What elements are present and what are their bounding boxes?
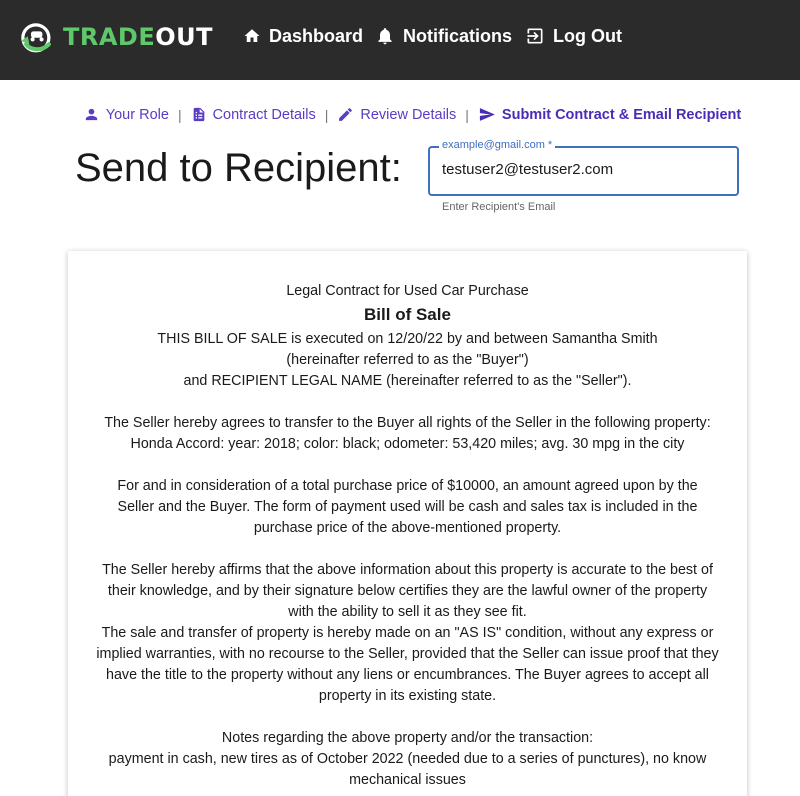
email-floating-label: example@gmail.com * xyxy=(439,139,556,151)
tradeout-logo[interactable]: TRADEOUT xyxy=(18,14,213,60)
contract-notes-line: payment in cash, new tires as of October… xyxy=(108,751,707,788)
top-navbar: TRADEOUT Dashboard Notifications Log Out xyxy=(0,0,800,80)
send-icon xyxy=(479,108,495,121)
nav-dashboard-label: Dashboard xyxy=(269,25,364,46)
car-logo-icon xyxy=(21,23,51,53)
contract-notes: Notes regarding the above property and/o… xyxy=(92,728,723,791)
step-contract-details-label: Contract Details xyxy=(212,106,316,123)
step-your-role-label: Your Role xyxy=(105,106,169,123)
contract-parties-line: and RECIPIENT LEGAL NAME (hereinafter re… xyxy=(183,373,632,389)
step-separator: | xyxy=(177,106,182,123)
nav-dashboard[interactable]: Dashboard xyxy=(243,22,363,50)
pencil-icon xyxy=(339,108,353,121)
document-icon xyxy=(193,107,204,122)
step-submit-contract[interactable]: Submit Contract & Email Recipient xyxy=(478,106,741,123)
logout-icon xyxy=(527,28,543,44)
bell-icon xyxy=(378,28,392,45)
recipient-email-input[interactable] xyxy=(442,161,727,178)
contract-stepper: Your Role | Contract Details | Review De… xyxy=(0,106,800,123)
step-separator: | xyxy=(324,106,329,123)
contract-property-line: Honda Accord: year: 2018; color: black; … xyxy=(130,436,685,452)
send-to-recipient-heading: Send to Recipient: xyxy=(75,146,402,190)
step-separator: | xyxy=(465,106,469,123)
nav-logout-label: Log Out xyxy=(553,25,622,46)
contract-heading: Legal Contract for Used Car Purchase xyxy=(286,283,529,299)
home-icon xyxy=(244,29,260,42)
contract-title: Bill of Sale xyxy=(364,305,451,324)
step-review-details-label: Review Details xyxy=(360,106,457,123)
email-helper-text: Enter Recipient's Email xyxy=(442,201,556,213)
recipient-email-field: example@gmail.com * Enter Recipient's Em… xyxy=(428,139,739,213)
contract-preview-card: Legal Contract for Used Car Purchase Bil… xyxy=(68,251,747,796)
step-contract-details[interactable]: Contract Details xyxy=(191,106,316,123)
nav-notifications-label: Notifications xyxy=(403,25,513,46)
contract-notes-line: Notes regarding the above property and/o… xyxy=(221,730,594,746)
recipient-email-box[interactable]: example@gmail.com * xyxy=(428,139,739,196)
nav-notifications[interactable]: Notifications xyxy=(375,22,512,50)
contract-parties-line: THIS BILL OF SALE is executed on 12/20/2… xyxy=(157,331,658,368)
contract-as-is: The sale and transfer of property is her… xyxy=(96,625,719,704)
step-submit-contract-label: Submit Contract & Email Recipient xyxy=(501,106,742,123)
step-review-details[interactable]: Review Details xyxy=(337,106,456,123)
nav-logout[interactable]: Log Out xyxy=(525,22,622,50)
contract-property: The Seller hereby agrees to transfer to … xyxy=(92,413,723,455)
logo-text: TRADEOUT xyxy=(62,23,213,51)
contract-property-line: The Seller hereby agrees to transfer to … xyxy=(104,415,711,431)
person-icon xyxy=(85,108,97,121)
contract-parties: THIS BILL OF SALE is executed on 12/20/2… xyxy=(92,329,723,392)
step-your-role[interactable]: Your Role xyxy=(83,106,169,123)
contract-affirmation: The Seller hereby affirms that the above… xyxy=(102,562,713,620)
contract-price: For and in consideration of a total purc… xyxy=(117,478,698,536)
